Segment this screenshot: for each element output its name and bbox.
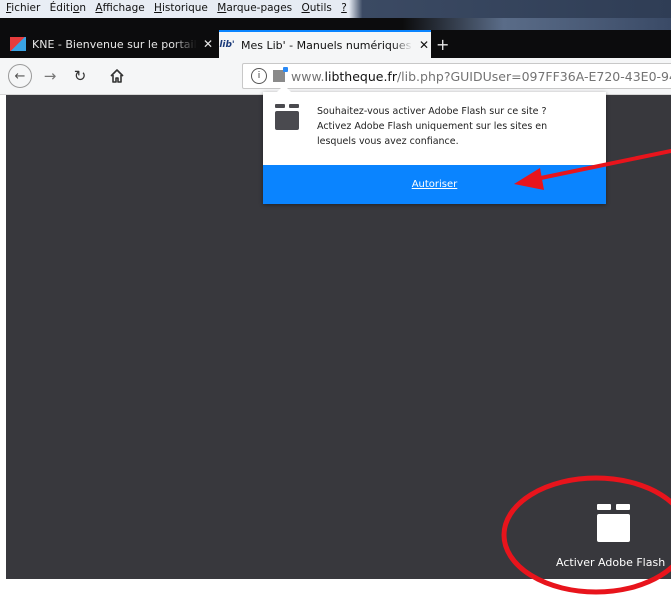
popup-message-line: Activez Adobe Flash uniquement sur les s… xyxy=(317,121,548,132)
menu-help-label: ? xyxy=(341,2,347,14)
menu-edition-label-end: n xyxy=(79,2,87,14)
reload-icon[interactable]: ↻ xyxy=(70,64,90,88)
popup-message: Souhaitez-vous activer Adobe Flash sur c… xyxy=(317,104,597,149)
flash-plugin-icon[interactable] xyxy=(597,504,630,544)
plugin-icon-part xyxy=(275,104,285,108)
url-path: /lib.php?GUIDUser=097FF36A-E720-43E0-947… xyxy=(396,68,671,84)
url-prefix: www. xyxy=(291,68,325,84)
allow-button[interactable]: Autoriser xyxy=(263,165,606,204)
menu-outils-accesskey: O xyxy=(301,2,310,14)
kne-favicon-icon xyxy=(10,37,26,51)
tab-mes-lib-title: Mes Lib' - Manuels numériques xyxy=(241,38,412,52)
url-domain: libtheque.fr xyxy=(324,68,397,84)
popup-message-line: Souhaitez-vous activer Adobe Flash sur c… xyxy=(317,106,547,117)
plugin-icon xyxy=(275,104,299,132)
lib-favicon-icon: lib' xyxy=(219,40,235,50)
plugin-icon[interactable] xyxy=(273,67,288,82)
tab-mes-lib[interactable]: lib' Mes Lib' - Manuels numériques ✕ xyxy=(219,30,431,58)
plugin-icon-part xyxy=(289,104,299,108)
home-icon[interactable] xyxy=(106,64,128,88)
menu-historique[interactable]: Historique xyxy=(154,2,208,14)
popup-message-line: lesquels vous avez confiance. xyxy=(317,136,459,147)
url-bar[interactable]: i www. libtheque.fr/lib.php?GUIDUser=097F… xyxy=(242,63,671,89)
flash-permission-popup: Souhaitez-vous activer Adobe Flash sur c… xyxy=(263,85,606,204)
menu-affichage[interactable]: Affichage xyxy=(95,2,144,14)
menu-outils-label: utils xyxy=(309,2,332,14)
close-icon[interactable]: ✕ xyxy=(417,38,431,52)
menu-fichier[interactable]: Fichier xyxy=(6,2,40,14)
menu-historique-label: istorique xyxy=(161,2,208,14)
menu-help[interactable]: ? xyxy=(341,2,347,14)
info-icon[interactable]: i xyxy=(251,68,267,84)
home-svg xyxy=(110,69,124,83)
plugin-icon-part xyxy=(275,111,299,130)
menu-marque-pages[interactable]: Marque-pages xyxy=(217,2,292,14)
close-icon[interactable]: ✕ xyxy=(201,37,215,51)
menu-marque-pages-label: arque-pages xyxy=(226,2,293,14)
flash-plugin-icon-part xyxy=(597,504,611,510)
menu-fichier-label: ichier xyxy=(11,2,41,14)
flash-plugin-icon-part xyxy=(597,514,630,542)
menu-bar: Fichier Édition Affichage Historique Mar… xyxy=(0,0,671,18)
menu-affichage-accesskey: A xyxy=(95,2,103,14)
titlebar-strip xyxy=(0,18,671,30)
tab-kne-title: KNE - Bienvenue sur le portail d xyxy=(32,37,197,51)
activate-flash-label[interactable]: Activer Adobe Flash xyxy=(556,556,671,569)
menu-historique-accesskey: H xyxy=(154,2,162,14)
menu-outils[interactable]: Outils xyxy=(302,2,332,14)
back-arrow-icon[interactable]: ← xyxy=(8,64,32,88)
forward-arrow-icon[interactable]: → xyxy=(40,64,60,88)
menu-marque-pages-accesskey: M xyxy=(217,2,227,14)
navigation-toolbar: ← → ↻ i www. libtheque.fr/lib.php?GUIDUse… xyxy=(0,58,671,95)
menu-edition-label: Éditi xyxy=(49,2,73,14)
flash-plugin-icon-part xyxy=(616,504,630,510)
new-tab-button[interactable]: + xyxy=(436,30,449,58)
menu-affichage-label: ffichage xyxy=(102,2,145,14)
tab-kne[interactable]: KNE - Bienvenue sur le portail d ✕ xyxy=(10,30,215,58)
menu-edition[interactable]: Édition xyxy=(50,2,86,14)
